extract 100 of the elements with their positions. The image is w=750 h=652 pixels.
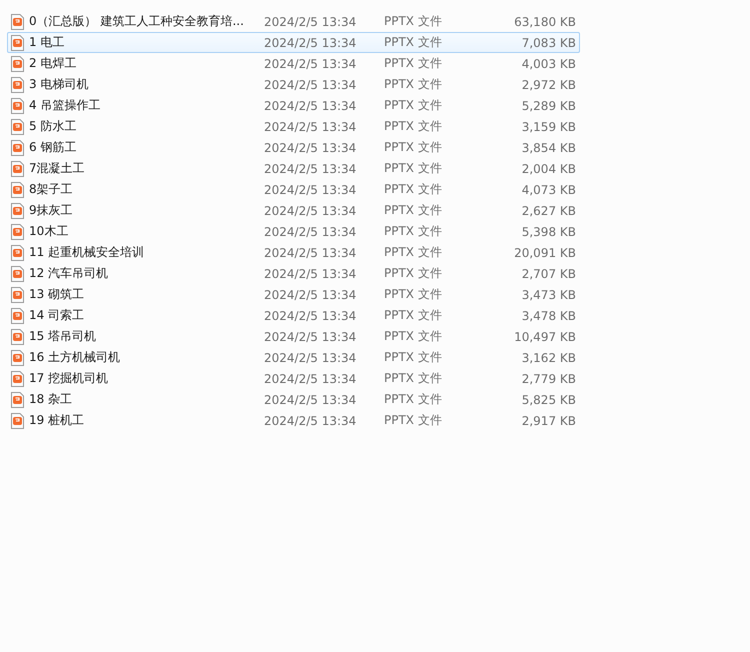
file-name: 0（汇总版） 建筑工人工种安全教育培... — [29, 13, 244, 30]
file-row[interactable]: 13 砌筑工 2024/2/5 13:34 PPTX 文件 3,473 KB — [7, 284, 580, 305]
file-size: 4,003 KB — [520, 56, 576, 70]
modified-date: 2024/2/5 13:34 — [264, 330, 358, 344]
file-size: 2,917 KB — [520, 414, 576, 428]
modified-date: 2024/2/5 13:34 — [264, 372, 358, 386]
file-name: 10木工 — [29, 223, 68, 240]
modified-date: 2024/2/5 13:34 — [264, 246, 358, 260]
file-name: 19 桩机工 — [29, 412, 84, 429]
file-type: PPTX 文件 — [384, 34, 443, 51]
presentation-file-icon — [11, 202, 24, 218]
file-name: 17 挖掘机司机 — [29, 370, 108, 387]
file-size: 63,180 KB — [513, 14, 576, 28]
file-name: 9抹灰工 — [29, 202, 73, 219]
file-type: PPTX 文件 — [384, 286, 443, 303]
file-type: PPTX 文件 — [384, 223, 443, 240]
file-type: PPTX 文件 — [384, 244, 443, 261]
file-row[interactable]: 10木工 2024/2/5 13:34 PPTX 文件 5,398 KB — [7, 221, 580, 242]
file-size: 4,073 KB — [520, 182, 576, 196]
file-type: PPTX 文件 — [384, 160, 443, 177]
file-row[interactable]: 16 土方机械司机 2024/2/5 13:34 PPTX 文件 3,162 KB — [7, 347, 580, 368]
file-row[interactable]: 18 杂工 2024/2/5 13:34 PPTX 文件 5,825 KB — [7, 389, 580, 410]
file-row[interactable]: 9抹灰工 2024/2/5 13:34 PPTX 文件 2,627 KB — [7, 200, 580, 221]
presentation-file-icon — [11, 56, 24, 72]
file-size: 3,473 KB — [520, 288, 576, 302]
file-name: 15 塔吊司机 — [29, 328, 96, 345]
file-name: 16 土方机械司机 — [29, 349, 120, 366]
presentation-file-icon — [11, 370, 24, 386]
file-row[interactable]: 5 防水工 2024/2/5 13:34 PPTX 文件 3,159 KB — [7, 116, 580, 137]
presentation-file-icon — [11, 160, 24, 176]
modified-date: 2024/2/5 13:34 — [264, 56, 358, 70]
modified-date: 2024/2/5 13:34 — [264, 120, 358, 134]
file-type: PPTX 文件 — [384, 97, 443, 114]
file-row[interactable]: 17 挖掘机司机 2024/2/5 13:34 PPTX 文件 2,779 KB — [7, 368, 580, 389]
file-type: PPTX 文件 — [384, 328, 443, 345]
presentation-file-icon — [11, 98, 24, 114]
file-row[interactable]: 11 起重机械安全培训 2024/2/5 13:34 PPTX 文件 20,091 KB — [7, 242, 580, 263]
file-type: PPTX 文件 — [384, 181, 443, 198]
file-size: 2,004 KB — [520, 162, 576, 176]
file-name: 6 钢筋工 — [29, 139, 76, 156]
presentation-file-icon — [11, 412, 24, 428]
file-size: 3,159 KB — [520, 120, 576, 134]
file-size: 5,398 KB — [520, 224, 576, 238]
modified-date: 2024/2/5 13:34 — [264, 224, 358, 238]
modified-date: 2024/2/5 13:34 — [264, 182, 358, 196]
modified-date: 2024/2/5 13:34 — [264, 78, 358, 92]
file-size: 2,627 KB — [520, 204, 576, 218]
presentation-file-icon — [11, 76, 24, 92]
file-name: 2 电焊工 — [29, 55, 76, 72]
file-size: 20,091 KB — [513, 246, 576, 260]
presentation-file-icon — [11, 266, 24, 282]
file-size: 3,478 KB — [520, 308, 576, 322]
file-type: PPTX 文件 — [384, 307, 443, 324]
presentation-file-icon — [11, 140, 24, 156]
file-row[interactable]: 4 吊篮操作工 2024/2/5 13:34 PPTX 文件 5,289 KB — [7, 95, 580, 116]
file-name: 18 杂工 — [29, 391, 72, 408]
file-type: PPTX 文件 — [384, 349, 443, 366]
file-size: 2,972 KB — [520, 78, 576, 92]
file-size: 5,825 KB — [520, 392, 576, 406]
file-row[interactable]: 1 电工 2024/2/5 13:34 PPTX 文件 7,083 KB — [7, 32, 580, 53]
file-type: PPTX 文件 — [384, 139, 443, 156]
modified-date: 2024/2/5 13:34 — [264, 140, 358, 154]
file-type: PPTX 文件 — [384, 118, 443, 135]
modified-date: 2024/2/5 13:34 — [264, 14, 358, 28]
file-name: 12 汽车吊司机 — [29, 265, 108, 282]
presentation-file-icon — [11, 224, 24, 240]
file-name: 4 吊篮操作工 — [29, 97, 100, 114]
file-row[interactable]: 7混凝土工 2024/2/5 13:34 PPTX 文件 2,004 KB — [7, 158, 580, 179]
file-row[interactable]: 3 电梯司机 2024/2/5 13:34 PPTX 文件 2,972 KB — [7, 74, 580, 95]
file-size: 2,707 KB — [520, 266, 576, 280]
file-row[interactable]: 2 电焊工 2024/2/5 13:34 PPTX 文件 4,003 KB — [7, 53, 580, 74]
file-type: PPTX 文件 — [384, 13, 443, 30]
file-type: PPTX 文件 — [384, 412, 443, 429]
file-row[interactable]: 12 汽车吊司机 2024/2/5 13:34 PPTX 文件 2,707 KB — [7, 263, 580, 284]
presentation-file-icon — [11, 182, 24, 198]
file-type: PPTX 文件 — [384, 265, 443, 282]
file-row[interactable]: 8架子工 2024/2/5 13:34 PPTX 文件 4,073 KB — [7, 179, 580, 200]
file-size: 5,289 KB — [520, 98, 576, 112]
modified-date: 2024/2/5 13:34 — [264, 414, 358, 428]
file-type: PPTX 文件 — [384, 370, 443, 387]
presentation-file-icon — [11, 286, 24, 302]
modified-date: 2024/2/5 13:34 — [264, 204, 358, 218]
file-name: 14 司索工 — [29, 307, 84, 324]
file-type: PPTX 文件 — [384, 76, 443, 93]
file-row[interactable]: 15 塔吊司机 2024/2/5 13:34 PPTX 文件 10,497 KB — [7, 326, 580, 347]
file-row[interactable]: 19 桩机工 2024/2/5 13:34 PPTX 文件 2,917 KB — [7, 410, 580, 431]
file-size: 7,083 KB — [520, 36, 576, 50]
presentation-file-icon — [11, 328, 24, 344]
modified-date: 2024/2/5 13:34 — [264, 288, 358, 302]
modified-date: 2024/2/5 13:34 — [264, 350, 358, 364]
file-size: 10,497 KB — [513, 330, 576, 344]
modified-date: 2024/2/5 13:34 — [264, 36, 358, 50]
file-size: 3,854 KB — [520, 140, 576, 154]
modified-date: 2024/2/5 13:34 — [264, 162, 358, 176]
file-type: PPTX 文件 — [384, 55, 443, 72]
file-row[interactable]: 0（汇总版） 建筑工人工种安全教育培... 2024/2/5 13:34 PPTX 文件 63,180 KB — [7, 11, 580, 32]
file-row[interactable]: 14 司索工 2024/2/5 13:34 PPTX 文件 3,478 KB — [7, 305, 580, 326]
file-name: 13 砌筑工 — [29, 286, 84, 303]
file-row[interactable]: 6 钢筋工 2024/2/5 13:34 PPTX 文件 3,854 KB — [7, 137, 580, 158]
file-type: PPTX 文件 — [384, 202, 443, 219]
